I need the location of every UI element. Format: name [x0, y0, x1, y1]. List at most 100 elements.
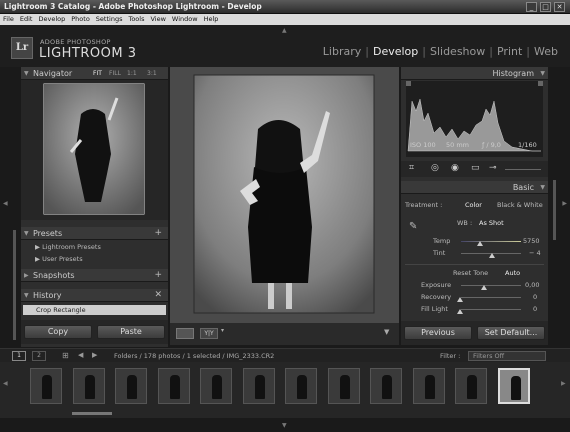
temp-slider[interactable]: [461, 241, 521, 242]
module-library[interactable]: Library: [323, 45, 361, 58]
menu-edit[interactable]: Edit: [17, 14, 36, 23]
exposure-value[interactable]: 0,00: [525, 281, 539, 289]
filter-dropdown[interactable]: Filters Off: [468, 351, 546, 361]
close-button[interactable]: ✕: [554, 2, 565, 12]
filmstrip-thumbnail[interactable]: [455, 368, 487, 404]
adjustment-brush-icon[interactable]: ⊸: [489, 163, 497, 173]
menu-view[interactable]: View: [147, 14, 168, 23]
filllight-value[interactable]: 0: [533, 305, 537, 313]
filmstrip-thumbnail[interactable]: [327, 368, 360, 404]
add-snapshot-icon[interactable]: +: [154, 269, 162, 282]
module-web[interactable]: Web: [534, 45, 558, 58]
red-eye-icon[interactable]: ◉: [451, 163, 459, 173]
tool-slider[interactable]: [505, 169, 541, 170]
previous-button[interactable]: Previous: [404, 326, 472, 340]
menu-file[interactable]: File: [0, 14, 17, 23]
shutter-readout: 1/160: [518, 141, 537, 149]
filmstrip-thumbnail[interactable]: [200, 368, 232, 404]
tone-label[interactable]: Reset Tone: [453, 269, 488, 277]
zoom-fit[interactable]: FIT: [93, 67, 102, 80]
temp-knob[interactable]: [477, 241, 483, 246]
exposure-slider[interactable]: [461, 285, 521, 286]
zoom-3-1[interactable]: 3:1: [147, 67, 157, 80]
treatment-bw[interactable]: Black & White: [497, 201, 543, 209]
filmstrip-thumbnail[interactable]: [285, 368, 317, 404]
window-2-button[interactable]: 2: [32, 351, 46, 361]
set-default-button[interactable]: Set Default...: [477, 326, 545, 340]
filmstrip-left-arrow-icon[interactable]: ◀: [3, 380, 8, 387]
top-panel-arrow-icon[interactable]: ▲: [282, 27, 287, 34]
histogram-graph[interactable]: ISO 100 50 mm ƒ / 9,0 1/160: [406, 81, 543, 157]
left-panel-toggle-icon[interactable]: ◀: [3, 200, 8, 207]
presets-header[interactable]: ▼ Presets +: [21, 227, 168, 240]
zoom-1-1[interactable]: 1:1: [127, 67, 137, 80]
tone-auto[interactable]: Auto: [505, 269, 520, 277]
menu-tools[interactable]: Tools: [125, 14, 147, 23]
module-develop[interactable]: Develop: [373, 45, 418, 58]
right-panel-scrollbar[interactable]: [553, 180, 556, 240]
preset-folder-lightroom[interactable]: ▶ Lightroom Presets: [35, 243, 101, 251]
window-1-button[interactable]: 1: [12, 351, 26, 361]
left-panel-scrollbar[interactable]: [13, 230, 16, 340]
menu-help[interactable]: Help: [201, 14, 222, 23]
module-slideshow[interactable]: Slideshow: [430, 45, 485, 58]
copy-button[interactable]: Copy: [24, 325, 92, 339]
filmstrip-thumbnail[interactable]: [115, 368, 147, 404]
recovery-value[interactable]: 0: [533, 293, 537, 301]
filmstrip-right-arrow-icon[interactable]: ▶: [561, 380, 566, 387]
tint-knob[interactable]: [489, 253, 495, 258]
treatment-color[interactable]: Color: [465, 201, 482, 209]
recovery-knob[interactable]: [457, 297, 463, 302]
menu-photo[interactable]: Photo: [68, 14, 93, 23]
paste-button[interactable]: Paste: [97, 325, 165, 339]
crop-tool-icon[interactable]: ⌗: [409, 163, 414, 173]
graduated-filter-icon[interactable]: ▭: [471, 163, 480, 173]
back-arrow-icon[interactable]: ◀: [78, 351, 83, 359]
menu-develop[interactable]: Develop: [35, 14, 68, 23]
spot-removal-icon[interactable]: ◎: [431, 163, 439, 173]
maximize-button[interactable]: □: [540, 2, 551, 12]
navigator-header[interactable]: ▼ Navigator FIT FILL 1:1 3:1: [21, 67, 168, 80]
histogram-header[interactable]: Histogram ▼: [401, 67, 548, 80]
module-print[interactable]: Print: [497, 45, 522, 58]
bottom-panel-arrow-icon[interactable]: ▼: [282, 422, 287, 429]
filllight-slider[interactable]: [461, 309, 521, 310]
filllight-knob[interactable]: [457, 309, 463, 314]
grid-view-icon[interactable]: ⊞: [62, 351, 69, 360]
menu-window[interactable]: Window: [169, 14, 201, 23]
loupe-view-icon[interactable]: [176, 328, 194, 339]
eyedropper-icon[interactable]: ✎: [409, 221, 417, 232]
collapse-triangle-icon: ▼: [24, 292, 29, 299]
filmstrip-thumbnail[interactable]: [242, 368, 275, 404]
filmstrip-thumbnail[interactable]: [497, 368, 530, 404]
clear-history-icon[interactable]: ✕: [154, 289, 162, 302]
menu-settings[interactable]: Settings: [93, 14, 126, 23]
temp-value[interactable]: 5750: [523, 237, 540, 245]
filmstrip-thumbnail[interactable]: [412, 368, 445, 404]
source-path[interactable]: Folders / 178 photos / 1 selected / IMG_…: [114, 352, 274, 360]
before-after-dropdown-icon[interactable]: ▾: [221, 327, 224, 334]
toolbar-menu-icon[interactable]: ▼: [384, 328, 389, 336]
tint-value[interactable]: − 4: [529, 249, 541, 257]
basic-header[interactable]: Basic ▼: [401, 181, 548, 194]
minimize-button[interactable]: _: [526, 2, 537, 12]
preset-folder-user[interactable]: ▶ User Presets: [35, 255, 83, 263]
before-after-icon[interactable]: Y|Y: [200, 328, 218, 339]
recovery-slider[interactable]: [461, 297, 521, 298]
navigator-preview[interactable]: [21, 80, 168, 220]
add-preset-icon[interactable]: +: [154, 227, 162, 240]
filmstrip-thumbnail[interactable]: [157, 368, 190, 404]
exposure-knob[interactable]: [481, 285, 487, 290]
history-header[interactable]: ▼ History ✕: [21, 289, 168, 302]
forward-arrow-icon[interactable]: ▶: [92, 351, 97, 359]
right-panel-toggle-icon[interactable]: ▶: [562, 200, 567, 207]
wb-select[interactable]: As Shot: [479, 219, 504, 227]
filmstrip-thumbnail[interactable]: [370, 368, 402, 404]
filmstrip-thumbnail[interactable]: [30, 368, 62, 404]
photo-canvas[interactable]: [170, 67, 399, 323]
filmstrip-scrollbar[interactable]: [72, 412, 112, 415]
history-item[interactable]: Crop Rectangle: [23, 305, 166, 315]
snapshots-header[interactable]: ▶ Snapshots +: [21, 269, 168, 282]
filmstrip-thumbnail[interactable]: [72, 368, 105, 404]
zoom-fill[interactable]: FILL: [109, 67, 121, 80]
